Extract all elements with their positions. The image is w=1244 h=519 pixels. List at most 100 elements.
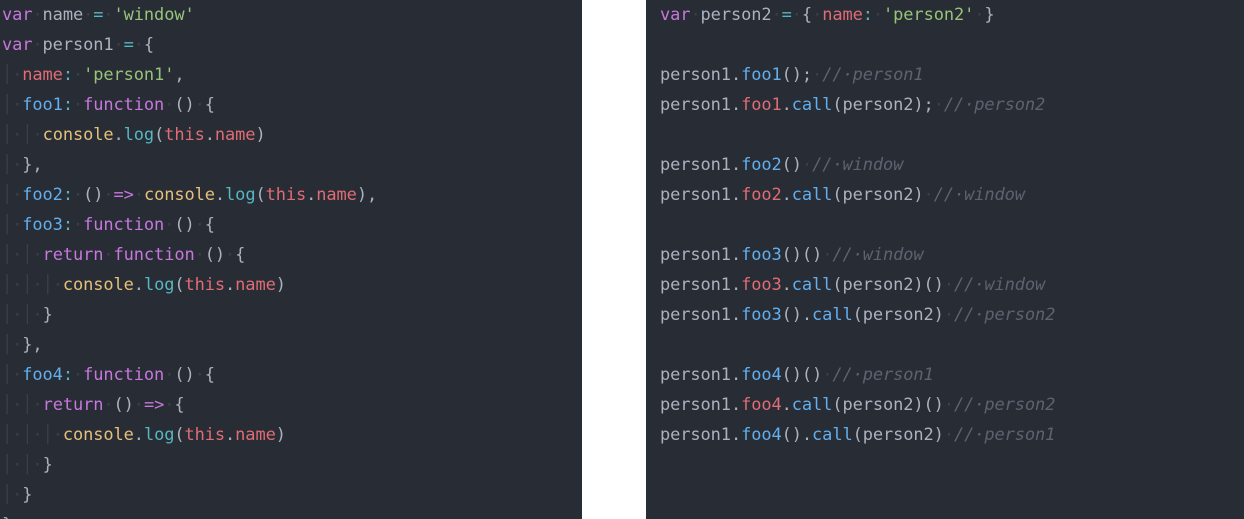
token-fn: call [791,95,833,115]
invocation-line[interactable]: person1.foo2()·//·window [660,150,1244,180]
invocation-line[interactable]: person1.foo4()()·//·person1 [660,360,1244,390]
definition-pane[interactable]: var·name·=·'window' var·person1·=·{│·name… [0,0,582,519]
definition-line[interactable]: │·foo4:·function·()·{ [2,360,582,390]
token-prop: this [164,125,205,145]
token-ws: · [822,365,833,385]
token-fn: foo2 [741,155,782,175]
invocation-line[interactable]: person1.foo3.call(person2)()·//·window [660,270,1244,300]
invocation-line[interactable]: person1.foo1.call(person2);·//·person2 [660,90,1244,120]
definition-line[interactable]: │·foo2:·()·=>·console.log(this.name), [2,180,582,210]
token-fn: foo3 [22,215,63,235]
definition-line[interactable]: │·foo3:·function·()·{ [2,210,582,240]
token-comment: //·person1 [822,65,924,85]
token-plain: () [174,365,195,385]
invocation-line[interactable]: person1.foo3()()·//·window [660,240,1244,270]
invocation-line[interactable]: person1.foo1();·//·person1 [660,60,1244,90]
token-ws: · [194,245,205,265]
token-guide: │ [42,275,53,295]
token-meth: log [123,125,155,145]
token-fn: foo4 [741,365,782,385]
definition-line[interactable]: │·}, [2,330,582,360]
token-kw: function [83,95,165,115]
definition-line[interactable]: var·person1·=·{ [2,30,582,60]
invocation-line[interactable]: person1.foo3().call(person2)·//·person2 [660,300,1244,330]
invocation-pane-code[interactable]: var·person2·=·{·name:·'person2'·} person… [646,0,1244,450]
token-meth: log [225,185,256,205]
definition-line[interactable]: │·│·return·()·=>·{ [2,390,582,420]
invocation-line[interactable]: person1.foo4().call(person2)·//·person1 [660,420,1244,450]
definition-line[interactable]: │·name:·'person1', [2,60,582,90]
token-ws: · [771,5,782,25]
definition-line[interactable]: │·│·console.log(this.name) [2,120,582,150]
invocation-line[interactable] [660,210,1244,240]
token-guide: │ [2,335,13,355]
token-guide: │ [2,365,13,385]
token-plain: person1. [660,185,742,205]
invocation-line[interactable] [660,330,1244,360]
token-ws: · [164,215,175,235]
token-guide: │ [2,455,13,475]
token-ws: · [791,5,802,25]
token-fn: call [791,395,833,415]
definition-line[interactable]: │·│·} [2,450,582,480]
token-ws: · [32,125,43,145]
token-comment: //·window [812,155,904,175]
token-kw: => [143,395,165,415]
token-ws: · [133,395,144,415]
invocation-line[interactable] [660,120,1244,150]
token-guide: │ [22,125,33,145]
definition-line[interactable]: │·} [2,480,582,510]
token-plain: (person2) [852,305,944,325]
token-prop: this [184,275,226,295]
invocation-line[interactable]: var·person2·=·{·name:·'person2'·} [660,0,1244,30]
definition-pane-code[interactable]: var·name·=·'window' var·person1·=·{│·name… [0,0,582,519]
token-ws: · [12,245,23,265]
definition-line[interactable]: │·│·│·console.log(this.name) [2,270,582,300]
token-plain: person2 [700,5,772,25]
token-op: : [62,215,73,235]
token-plain: . [225,425,236,445]
token-guide: │ [2,125,13,145]
token-prop: foo3 [741,275,782,295]
token-ws: · [812,65,823,85]
token-comment: //·person2 [943,95,1046,115]
definition-line[interactable]: │·│·return·function·()·{ [2,240,582,270]
token-ws: · [943,425,954,445]
token-guide: │ [2,155,13,175]
definition-line[interactable]: var·name·=·'window' [2,0,582,30]
token-plain: . [781,395,792,415]
definition-line[interactable]: │·foo1:·function·()·{ [2,90,582,120]
pane-divider-gap [582,0,646,519]
token-plain: ( [255,185,266,205]
token-guide: │ [22,425,33,445]
token-prop: foo2 [741,185,782,205]
token-plain: . [113,125,124,145]
invocation-line[interactable]: person1.foo4.call(person2)()·//·person2 [660,390,1244,420]
definition-line[interactable]: │·}, [2,150,582,180]
definition-line[interactable]: } [2,510,582,519]
invocation-line[interactable] [660,30,1244,60]
token-plain: ()() [781,365,823,385]
token-op: : [62,365,73,385]
token-str: 'person2' [883,5,975,25]
code-comparison-workspace: var·name·=·'window' var·person1·=·{│·name… [0,0,1244,519]
token-plain: { [174,395,185,415]
token-guide: │ [2,425,13,445]
definition-line[interactable]: │·│·} [2,300,582,330]
token-plain: { [204,365,215,385]
token-prop: name [822,5,863,25]
token-ws: · [12,395,23,415]
token-guide: │ [22,275,33,295]
token-op: : [862,5,873,25]
invocation-pane[interactable]: var·person2·=·{·name:·'person2'·} person… [646,0,1244,519]
token-guide: │ [2,395,13,415]
token-ws: · [12,125,23,145]
invocation-line[interactable]: person1.foo2.call(person2)·//·window [660,180,1244,210]
token-op: : [62,65,73,85]
token-ws: · [690,5,701,25]
token-fn: foo3 [741,245,782,265]
token-guide: │ [2,305,13,325]
token-ws: · [12,425,23,445]
definition-line[interactable]: │·│·│·console.log(this.name) [2,420,582,450]
token-plain: person1. [660,95,742,115]
